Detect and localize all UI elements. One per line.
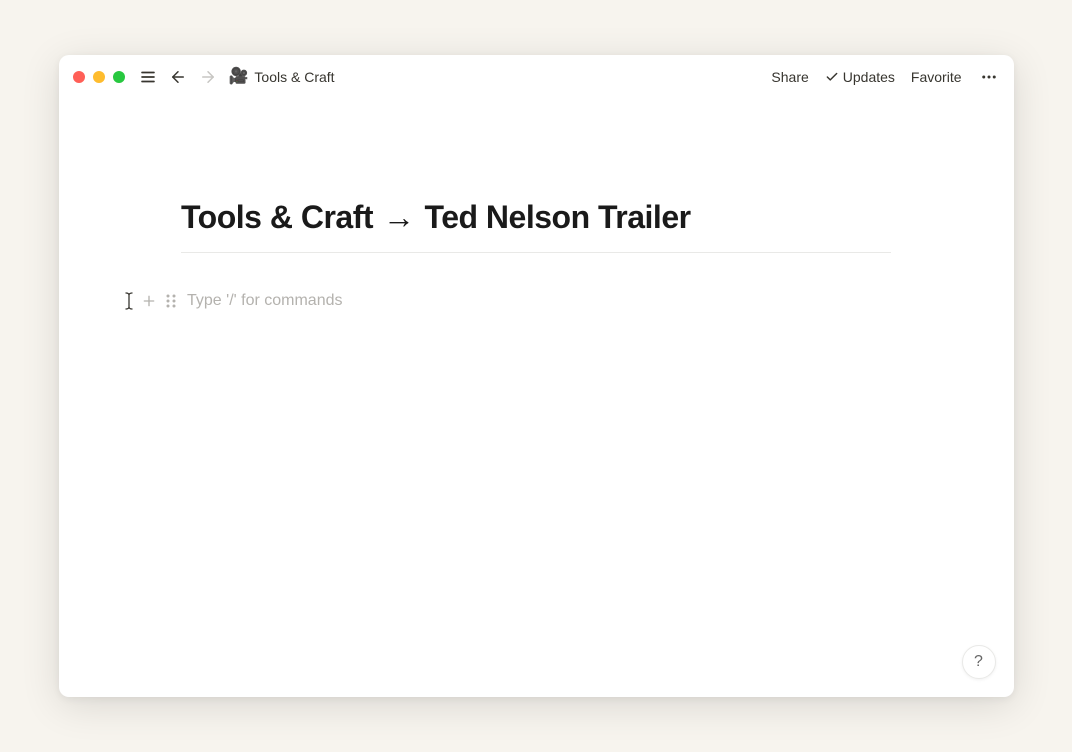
plus-icon <box>141 293 157 309</box>
sidebar-toggle-button[interactable] <box>137 66 159 88</box>
page-title-block[interactable]: Tools & Craft → Ted Nelson Trailer <box>181 199 891 253</box>
window-controls <box>73 71 125 83</box>
breadcrumb-label: Tools & Craft <box>254 69 334 85</box>
more-options-button[interactable] <box>978 66 1000 88</box>
editor-placeholder: Type '/' for commands <box>187 292 343 310</box>
forward-button[interactable] <box>197 66 219 88</box>
close-window-button[interactable] <box>73 71 85 83</box>
breadcrumb[interactable]: 🎥 Tools & Craft <box>229 69 335 85</box>
updates-button[interactable]: Updates <box>825 69 895 85</box>
favorite-label: Favorite <box>911 69 962 85</box>
title-part-2: Ted Nelson Trailer <box>425 199 691 236</box>
movie-camera-icon: 🎥 <box>229 69 249 85</box>
title-part-1: Tools & Craft <box>181 199 373 236</box>
share-label: Share <box>771 69 808 85</box>
topbar-actions: Share Updates Favorite <box>771 66 999 88</box>
back-button[interactable] <box>167 66 189 88</box>
drag-handle-button[interactable] <box>161 291 181 311</box>
text-cursor-indicator <box>119 292 139 310</box>
favorite-button[interactable]: Favorite <box>911 69 962 85</box>
checkmark-icon <box>825 70 839 84</box>
minimize-window-button[interactable] <box>93 71 105 83</box>
share-button[interactable]: Share <box>771 69 808 85</box>
page-title: Tools & Craft → Ted Nelson Trailer <box>181 199 891 236</box>
drag-handle-icon <box>165 294 177 308</box>
maximize-window-button[interactable] <box>113 71 125 83</box>
text-cursor-icon <box>123 292 135 310</box>
topbar: 🎥 Tools & Craft Share Updates Favorite <box>59 55 1014 99</box>
help-button[interactable]: ? <box>962 645 996 679</box>
add-block-button[interactable] <box>139 291 159 311</box>
arrow-right-icon: → <box>383 199 415 236</box>
block-hover-controls <box>139 291 181 311</box>
page-content: Tools & Craft → Ted Nelson Trailer <box>59 99 1014 697</box>
editor-block[interactable]: Type '/' for commands <box>119 291 891 311</box>
app-window: 🎥 Tools & Craft Share Updates Favorite <box>59 55 1014 697</box>
updates-label: Updates <box>843 69 895 85</box>
more-horizontal-icon <box>980 68 998 86</box>
help-label: ? <box>974 653 983 671</box>
